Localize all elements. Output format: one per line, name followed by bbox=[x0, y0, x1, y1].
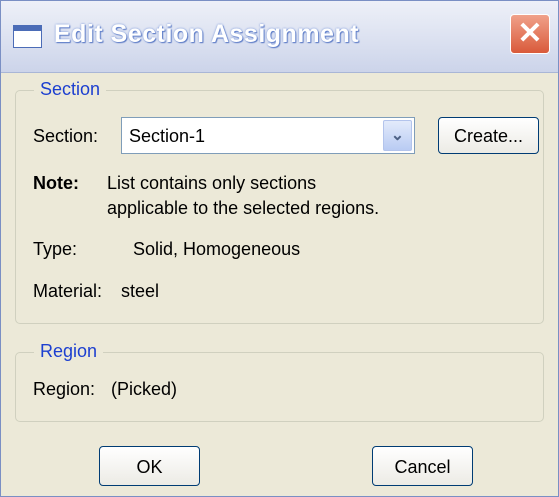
cancel-button[interactable]: Cancel bbox=[372, 446, 473, 486]
dialog-body: Section Section: Section-1 ⌄ Create... N… bbox=[1, 73, 558, 496]
material-label: Material: bbox=[33, 281, 103, 301]
region-label: Region: bbox=[33, 379, 96, 399]
section-label: Section: bbox=[33, 126, 99, 146]
section-group-legend: Section bbox=[34, 79, 107, 100]
note-label: Note: bbox=[33, 173, 79, 193]
material-value: steel bbox=[121, 281, 160, 301]
note-text-line1: List contains only sections bbox=[107, 173, 317, 193]
title-bar[interactable]: Edit Section Assignment ✕ bbox=[1, 1, 558, 73]
window-title: Edit Section Assignment bbox=[54, 20, 360, 48]
note-text-line2: applicable to the selected regions. bbox=[107, 198, 380, 218]
chevron-down-icon[interactable]: ⌄ bbox=[383, 120, 412, 151]
section-dropdown[interactable]: Section-1 ⌄ bbox=[121, 117, 415, 154]
ok-button[interactable]: OK bbox=[99, 446, 200, 486]
edit-section-assignment-dialog: Edit Section Assignment ✕ Section Sectio… bbox=[0, 0, 559, 497]
create-button[interactable]: Create... bbox=[438, 117, 539, 154]
type-value: Solid, Homogeneous bbox=[133, 239, 301, 259]
close-icon: ✕ bbox=[517, 17, 543, 50]
type-label: Type: bbox=[33, 239, 78, 259]
close-button[interactable]: ✕ bbox=[510, 14, 550, 54]
region-group-legend: Region bbox=[34, 341, 104, 362]
window-icon bbox=[13, 25, 42, 48]
section-dropdown-value: Section-1 bbox=[129, 126, 206, 146]
region-value: (Picked) bbox=[111, 379, 178, 399]
